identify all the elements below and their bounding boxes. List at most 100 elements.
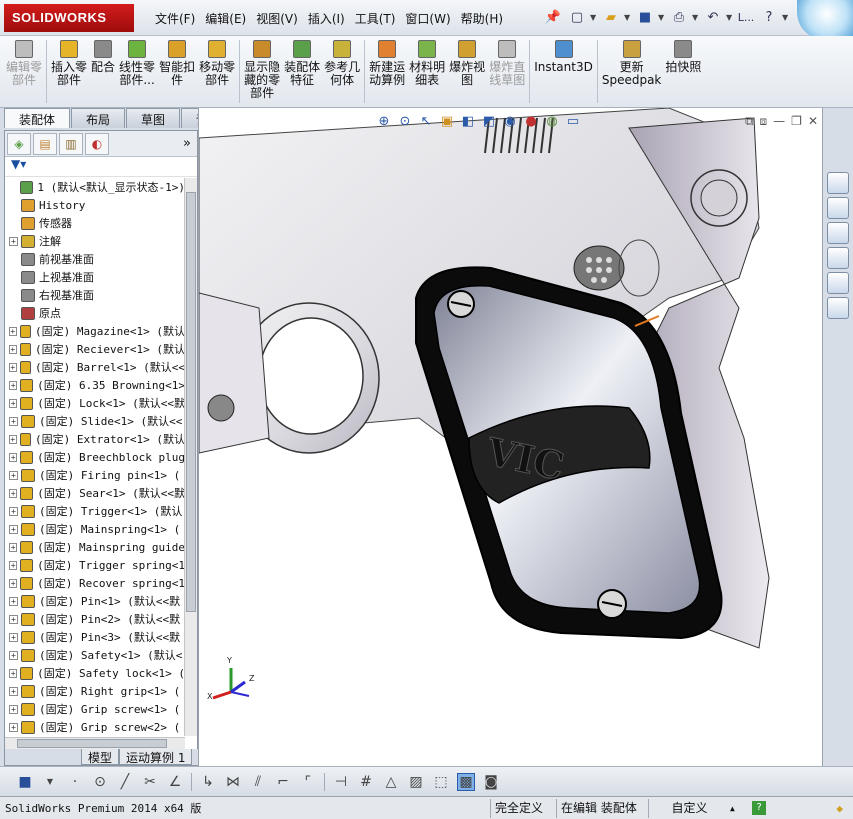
dimension-icon[interactable]: ⊣ <box>332 773 350 791</box>
apply-scene-icon[interactable]: ◍ <box>543 112 561 130</box>
tag-icon[interactable]: ◆ <box>836 802 843 815</box>
print-icon[interactable]: ⎙ <box>668 6 690 28</box>
point-icon[interactable]: · <box>66 773 84 791</box>
command-tab-0[interactable]: 装配体 <box>4 108 71 128</box>
expand-icon[interactable]: + <box>9 668 18 678</box>
offset-icon[interactable]: ⫽ <box>249 773 267 791</box>
ribbon-button-13[interactable]: Instant3D <box>532 36 595 107</box>
corner-icon[interactable]: ⌐ <box>274 773 292 791</box>
dropdown-icon[interactable]: ▼ <box>590 13 598 22</box>
ribbon-button-6[interactable]: 显示隐 藏的零 部件 <box>242 36 282 107</box>
menu-insert[interactable]: 插入(I) <box>303 8 350 29</box>
tree-item[interactable]: + (固定) Right grip<1> ( <box>5 682 185 700</box>
status-custom[interactable]: 自定义 <box>648 798 730 818</box>
tree-item[interactable]: + (固定) Trigger spring<1 <box>5 556 185 574</box>
tree-item[interactable]: + (固定) Pin<2> (默认<<默 <box>5 610 185 628</box>
box-icon[interactable]: ⬚ <box>432 773 450 791</box>
help-icon[interactable]: ? <box>758 6 780 28</box>
tree-item[interactable]: + 注解 <box>5 232 185 250</box>
display-manager-tab-icon[interactable]: ◐ <box>85 132 109 155</box>
ribbon-button-9[interactable]: 新建运 动算例 <box>367 36 407 107</box>
filter-icon[interactable]: ▼▾ <box>5 157 197 177</box>
menu-tools[interactable]: 工具(T) <box>350 8 401 29</box>
property-manager-tab-icon[interactable]: ▤ <box>33 132 57 155</box>
view-palette-tab-icon[interactable] <box>827 247 849 269</box>
expand-icon[interactable]: + <box>9 524 18 534</box>
expand-icon[interactable]: + <box>9 488 18 498</box>
view-settings-icon[interactable]: ▭ <box>564 112 582 130</box>
expand-icon[interactable]: + <box>9 380 18 390</box>
tree-item[interactable]: + (固定) Firing pin<1> ( <box>5 466 185 484</box>
expand-icon[interactable]: + <box>9 452 18 462</box>
command-tab-2[interactable]: 草图 <box>126 108 181 128</box>
tree-item[interactable]: + (固定) Slide<1> (默认<< <box>5 412 185 430</box>
tree-item[interactable]: + (固定) Lock<1> (默认<<默 <box>5 394 185 412</box>
tree-horizontal-scrollbar[interactable] <box>5 737 185 749</box>
solidworks-logo[interactable]: SOLIDWORKS <box>4 4 134 32</box>
expand-icon[interactable]: + <box>9 416 18 426</box>
dropdown-icon[interactable]: ▼ <box>658 13 666 22</box>
expand-icon[interactable]: + <box>9 560 18 570</box>
dropdown-icon[interactable]: ▼ <box>782 13 790 22</box>
tree-item[interactable]: + (固定) Mainspring<1> ( <box>5 520 185 538</box>
configuration-manager-tab-icon[interactable]: ▥ <box>59 132 83 155</box>
ribbon-button-3[interactable]: 线性零 部件... <box>117 36 157 107</box>
expand-icon[interactable]: + <box>9 236 18 246</box>
block-icon[interactable]: ▨ <box>407 773 425 791</box>
minimize-icon[interactable]: — <box>773 114 785 129</box>
restore-icon[interactable]: ❐ <box>791 114 802 129</box>
grid-icon[interactable]: # <box>357 773 375 791</box>
tree-item[interactable]: + (固定) Recover spring<1 <box>5 574 185 592</box>
trim-icon[interactable]: ✂ <box>141 773 159 791</box>
scrollbar-thumb[interactable] <box>17 739 167 748</box>
ribbon-button-1[interactable]: 插入零 部件 <box>49 36 89 107</box>
ribbon-button-15[interactable]: 拍快照 <box>663 36 703 107</box>
tree-item[interactable]: 原点 <box>5 304 185 322</box>
expand-icon[interactable]: + <box>9 614 18 624</box>
mirror-icon[interactable]: ⋈ <box>224 773 242 791</box>
ribbon-button-2[interactable]: 配合 <box>89 36 117 107</box>
tree-item[interactable]: + (固定) Reciever<1> (默认 <box>5 340 185 358</box>
tree-item[interactable]: + (固定) Safety lock<1> ( <box>5 664 185 682</box>
expand-icon[interactable]: + <box>9 596 18 606</box>
tree-item[interactable]: 前视基准面 <box>5 250 185 268</box>
tree-item[interactable]: + (固定) Mainspring guide <box>5 538 185 556</box>
expand-icon[interactable]: + <box>9 578 18 588</box>
relation-icon[interactable]: △ <box>382 773 400 791</box>
file-explorer-tab-icon[interactable] <box>827 222 849 244</box>
ribbon-button-11[interactable]: 爆炸视图 <box>447 36 487 107</box>
tree-item[interactable]: + (固定) Barrel<1> (默认<< <box>5 358 185 376</box>
menu-edit[interactable]: 编辑(E) <box>200 8 251 29</box>
design-library-tab-icon[interactable] <box>827 197 849 219</box>
menu-help[interactable]: 帮助(H) <box>456 8 508 29</box>
shaded-box-icon[interactable]: ▩ <box>457 772 475 791</box>
tree-item[interactable]: History <box>5 196 185 214</box>
tree-item[interactable]: + (固定) Pin<3> (默认<<默 <box>5 628 185 646</box>
expand-panel-icon[interactable]: » <box>183 136 191 151</box>
construction-icon[interactable]: ⌜ <box>299 773 317 791</box>
circle-icon[interactable]: ⊙ <box>91 773 109 791</box>
ribbon-button-14[interactable]: 更新 Speedpak <box>600 36 664 107</box>
dropdown-icon[interactable]: ▼ <box>692 13 700 22</box>
menu-window[interactable]: 窗口(W) <box>400 8 455 29</box>
expand-icon[interactable]: + <box>9 326 17 336</box>
tree-item[interactable]: 传感器 <box>5 214 185 232</box>
dropdown-icon[interactable]: ▼ <box>624 13 632 22</box>
expand-icon[interactable]: + <box>9 506 18 516</box>
expand-icon[interactable]: + <box>9 542 18 552</box>
ribbon-button-5[interactable]: 移动零 部件 <box>197 36 237 107</box>
expand-icon[interactable]: + <box>9 704 18 714</box>
tile-icon[interactable]: ⧉ <box>745 114 754 129</box>
graphics-area[interactable]: VIC Y X Z ⊕ ⊙ ↖ ▣ ◧ ◩ ◉ ● ◍ ▭ ⧉ ⧈ — ❐ ✕ <box>198 108 822 766</box>
tree-item[interactable]: + (固定) Extrator<1> (默认 <box>5 430 185 448</box>
tree-item[interactable]: + (固定) Trigger<1> (默认 <box>5 502 185 520</box>
dropdown-icon[interactable]: ▼ <box>41 773 59 791</box>
tree-item[interactable]: 右视基准面 <box>5 286 185 304</box>
expand-icon[interactable]: + <box>9 398 18 408</box>
dropdown-icon[interactable]: ▲ <box>730 804 752 813</box>
scrollbar-thumb[interactable] <box>186 192 196 612</box>
solidworks-resources-tab-icon[interactable] <box>827 172 849 194</box>
ribbon-button-10[interactable]: 材料明 细表 <box>407 36 447 107</box>
expand-icon[interactable]: + <box>9 470 18 480</box>
display-style-icon[interactable]: ◩ <box>480 112 498 130</box>
